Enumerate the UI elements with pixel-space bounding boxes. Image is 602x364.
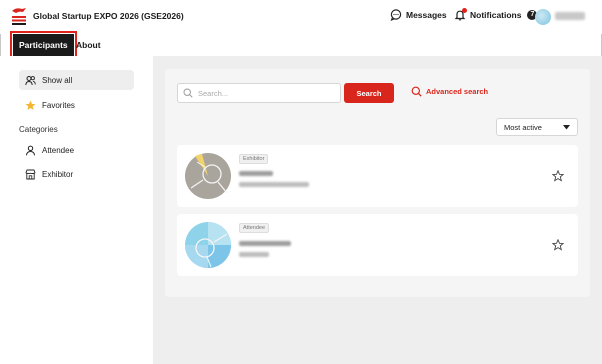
user-name-blurred[interactable] (555, 12, 585, 20)
chat-bubble-icon (390, 9, 402, 21)
search-icon (183, 88, 193, 98)
notification-dot (462, 8, 467, 13)
search-input[interactable] (198, 88, 328, 98)
participant-avatar[interactable] (185, 153, 231, 199)
advanced-search-icon (411, 86, 422, 97)
main-content: Search Advanced search Most active (153, 56, 602, 364)
participant-category-tag: Attendee (239, 223, 270, 233)
participant-company-blurred (239, 252, 269, 257)
sidebar-item-exhibitor[interactable]: Exhibitor (19, 164, 134, 184)
sidebar-item-label: Favorites (42, 100, 75, 110)
search-button[interactable]: Search (344, 83, 394, 103)
messages-label: Messages (406, 10, 447, 20)
advanced-search-label: Advanced search (426, 87, 489, 96)
sidebar-item-favorites[interactable]: Favorites (19, 95, 134, 115)
store-icon (25, 169, 36, 179)
participant-company-blurred (239, 182, 309, 187)
participants-panel: Search Advanced search Most active (165, 69, 590, 297)
sort-selected-value: Most active (504, 122, 542, 132)
caret-down-icon (563, 124, 570, 129)
categories-heading: Categories (19, 125, 58, 134)
search-field[interactable] (177, 83, 341, 103)
advanced-search-link[interactable]: Advanced search (411, 86, 488, 97)
sidebar-item-show-all[interactable]: Show all (19, 70, 134, 90)
favorite-star-icon[interactable] (552, 170, 564, 182)
messages-button[interactable]: Messages (390, 9, 447, 21)
sidebar-item-label: Exhibitor (42, 169, 74, 179)
participant-avatar[interactable] (185, 222, 231, 268)
participant-card[interactable]: Attendee (177, 214, 578, 276)
notifications-button[interactable]: Notifications 7 (454, 8, 538, 21)
participant-name-blurred (239, 171, 273, 176)
person-icon (26, 145, 35, 155)
participant-category-tag: Exhibitor (239, 154, 269, 164)
sort-dropdown[interactable]: Most active (496, 118, 578, 136)
bell-wrapper (454, 8, 467, 21)
participant-card[interactable]: Exhibitor (177, 145, 578, 207)
star-icon (25, 100, 36, 110)
participant-name-blurred (239, 241, 291, 246)
sidebar-item-label: Show all (42, 75, 73, 85)
favorite-star-icon[interactable] (552, 239, 564, 251)
users-icon (25, 75, 36, 85)
user-avatar[interactable] (535, 9, 551, 25)
expo-logo-icon[interactable] (10, 7, 28, 27)
tab-bar: Participants About (0, 31, 602, 59)
notifications-label: Notifications (470, 10, 522, 20)
sidebar: Show all Favorites Categories Attendee E… (0, 56, 153, 364)
tab-participants[interactable]: Participants (10, 31, 77, 59)
sidebar-item-attendee[interactable]: Attendee (19, 140, 134, 160)
app-title: Global Startup EXPO 2026 (GSE2026) (33, 11, 184, 21)
sidebar-item-label: Attendee (42, 145, 75, 155)
top-header: Global Startup EXPO 2026 (GSE2026) Messa… (0, 0, 602, 34)
tab-about[interactable]: About (70, 34, 107, 56)
